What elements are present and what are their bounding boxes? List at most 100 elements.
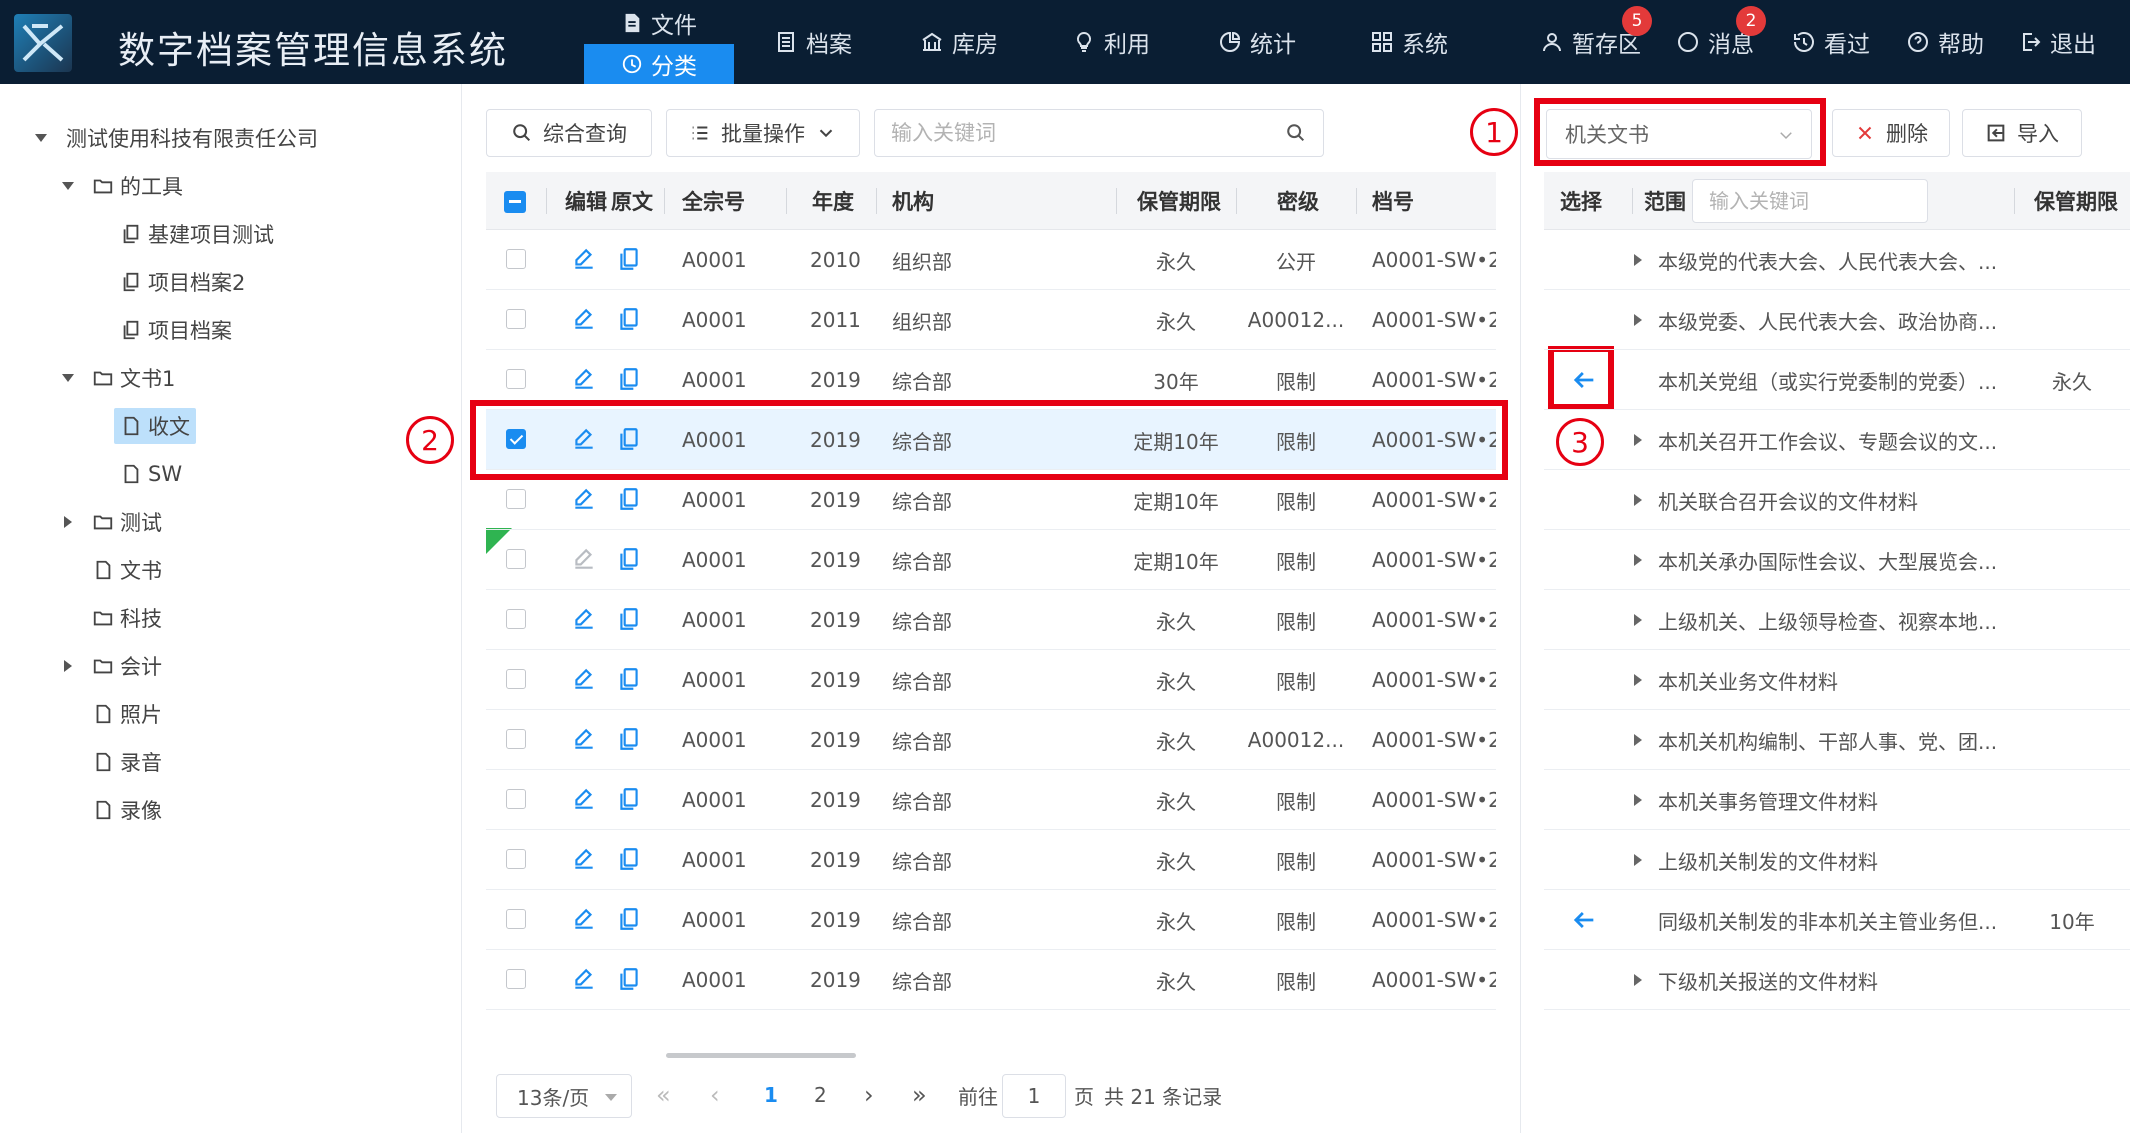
original-document-icon[interactable] xyxy=(616,426,642,452)
col-file-no[interactable]: 档号 xyxy=(1372,172,1414,230)
row-checkbox[interactable] xyxy=(506,489,526,509)
edit-icon[interactable] xyxy=(571,906,597,932)
edit-icon[interactable] xyxy=(571,246,597,272)
expand-caret-icon[interactable] xyxy=(1634,494,1642,506)
batch-operation-dropdown[interactable]: 批量操作 xyxy=(666,109,860,157)
nav-logout[interactable]: 退出 xyxy=(2018,0,2096,84)
row-checkbox[interactable] xyxy=(506,909,526,929)
row-checkbox[interactable] xyxy=(506,429,526,449)
table-row[interactable]: A0001 2010 组织部 永久 公开 A0001-SW•20 xyxy=(486,230,1496,290)
scope-search-input[interactable] xyxy=(1709,189,1958,213)
table-row[interactable]: A0001 2019 综合部 永久 限制 A0001-SW•20 xyxy=(486,590,1496,650)
table-row[interactable]: A0001 2019 综合部 永久 A00012... A0001-SW•20 xyxy=(486,710,1496,770)
scope-row[interactable]: 本级党的代表大会、人民代表大会、... xyxy=(1544,230,2130,290)
nav-viewed[interactable]: 看过 xyxy=(1792,0,1870,84)
col-edit[interactable]: 编辑 xyxy=(565,172,607,230)
delete-button[interactable]: 删除 xyxy=(1832,109,1950,157)
table-row[interactable]: A0001 2019 综合部 永久 限制 A0001-SW•20 xyxy=(486,830,1496,890)
original-document-icon[interactable] xyxy=(616,546,642,572)
col-original[interactable]: 原文 xyxy=(611,172,653,230)
combined-query-button[interactable]: 综合查询 xyxy=(486,109,652,157)
first-page-icon[interactable]: « xyxy=(656,1072,671,1118)
nav-archive[interactable]: 档案 xyxy=(774,0,852,84)
table-row[interactable]: A0001 2019 综合部 30年 限制 A0001-SW•20 xyxy=(486,350,1496,410)
page-size-select[interactable]: 13条/页 xyxy=(496,1074,632,1118)
row-checkbox[interactable] xyxy=(506,969,526,989)
table-row[interactable]: A0001 2019 综合部 永久 限制 A0001-SW•20 xyxy=(486,770,1496,830)
tree-node-infra-test[interactable]: 基建项目测试 xyxy=(120,216,274,252)
scope-row[interactable]: 本机关承办国际性会议、大型展览会... xyxy=(1544,530,2130,590)
table-row[interactable]: A0001 2019 综合部 定期10年 限制 A0001-SW•20 xyxy=(486,530,1496,590)
nav-use[interactable]: 利用 xyxy=(1072,0,1150,84)
original-document-icon[interactable] xyxy=(616,726,642,752)
tree-node-root[interactable]: 测试使用科技有限责任公司 xyxy=(66,120,318,156)
scope-row[interactable]: 本机关机构编制、干部人事、党、团... xyxy=(1544,710,2130,770)
row-checkbox[interactable] xyxy=(506,369,526,389)
col-secret[interactable]: 密级 xyxy=(1277,172,1319,230)
keyword-search-input[interactable] xyxy=(891,121,1285,145)
prev-page-icon[interactable]: ‹ xyxy=(710,1072,720,1118)
scope-row[interactable]: 本级党委、人民代表大会、政治协商... xyxy=(1544,290,2130,350)
tree-expand-icon[interactable] xyxy=(35,134,47,142)
expand-caret-icon[interactable] xyxy=(1634,734,1642,746)
tree-node-photos[interactable]: 照片 xyxy=(92,696,162,732)
expand-caret-icon[interactable] xyxy=(1634,674,1642,686)
horizontal-scrollbar[interactable] xyxy=(666,1053,856,1058)
scope-row[interactable]: 下级机关报送的文件材料 xyxy=(1544,950,2130,1010)
row-checkbox[interactable] xyxy=(506,309,526,329)
nav-help[interactable]: 帮助 xyxy=(1906,0,1984,84)
edit-icon[interactable] xyxy=(571,606,597,632)
nav-tab-classify[interactable]: 分类 xyxy=(584,44,734,84)
edit-icon[interactable] xyxy=(571,726,597,752)
arrow-left-icon[interactable] xyxy=(1570,906,1598,934)
col-org[interactable]: 机构 xyxy=(892,172,934,230)
tree-node-project2[interactable]: 项目档案2 xyxy=(120,264,245,300)
tree-node-wenshu1[interactable]: 文书1 xyxy=(92,360,175,396)
table-row[interactable]: A0001 2019 综合部 定期10年 限制 A0001-SW•20 xyxy=(486,470,1496,530)
edit-icon[interactable] xyxy=(571,426,597,452)
tree-node-tools[interactable]: 的工具 xyxy=(92,168,183,204)
col-year[interactable]: 年度 xyxy=(812,172,854,230)
scope-row[interactable]: 上级机关制发的文件材料 xyxy=(1544,830,2130,890)
original-document-icon[interactable] xyxy=(616,366,642,392)
scope-row[interactable]: 本机关召开工作会议、专题会议的文... xyxy=(1544,410,2130,470)
tree-expand-icon[interactable] xyxy=(62,182,74,190)
original-document-icon[interactable] xyxy=(616,966,642,992)
expand-caret-icon[interactable] xyxy=(1634,434,1642,446)
edit-icon[interactable] xyxy=(571,306,597,332)
tree-node-tech[interactable]: 科技 xyxy=(92,600,162,636)
nav-tab-file[interactable]: 文件 xyxy=(584,4,734,42)
row-checkbox[interactable] xyxy=(506,549,526,569)
tree-node-project[interactable]: 项目档案 xyxy=(120,312,232,348)
expand-caret-icon[interactable] xyxy=(1634,314,1642,326)
tree-node-audio[interactable]: 录音 xyxy=(92,744,162,780)
expand-caret-icon[interactable] xyxy=(1634,614,1642,626)
table-row[interactable]: A0001 2019 综合部 永久 限制 A0001-SW•20 xyxy=(486,650,1496,710)
row-checkbox[interactable] xyxy=(506,729,526,749)
search-icon[interactable] xyxy=(1285,122,1307,144)
nav-storeroom[interactable]: 库房 xyxy=(920,0,998,84)
edit-icon[interactable] xyxy=(571,666,597,692)
table-row[interactable]: A0001 2011 组织部 永久 A00012... A0001-SW•20 xyxy=(486,290,1496,350)
edit-icon[interactable] xyxy=(571,546,597,572)
scope-row[interactable]: 本机关党组（或实行党委制的党委）... 永久 xyxy=(1544,350,2130,410)
nav-stats[interactable]: 统计 xyxy=(1218,0,1296,84)
original-document-icon[interactable] xyxy=(616,906,642,932)
row-checkbox[interactable] xyxy=(506,609,526,629)
edit-icon[interactable] xyxy=(571,366,597,392)
keyword-search-box[interactable] xyxy=(874,109,1324,157)
tree-expand-icon[interactable] xyxy=(62,374,74,382)
page-number-current[interactable]: 1 xyxy=(764,1072,778,1118)
goto-page-input[interactable]: 1 xyxy=(1002,1074,1066,1118)
tree-node-accounting[interactable]: 会计 xyxy=(92,648,162,684)
expand-caret-icon[interactable] xyxy=(1634,254,1642,266)
original-document-icon[interactable] xyxy=(616,666,642,692)
table-row[interactable]: A0001 2019 综合部 永久 限制 A0001-SW•20 xyxy=(486,890,1496,950)
edit-icon[interactable] xyxy=(571,486,597,512)
tree-node-sw[interactable]: SW xyxy=(120,456,182,492)
original-document-icon[interactable] xyxy=(616,306,642,332)
next-page-icon[interactable]: › xyxy=(864,1072,874,1118)
tree-node-wenshu[interactable]: 文书 xyxy=(92,552,162,588)
edit-icon[interactable] xyxy=(571,966,597,992)
expand-caret-icon[interactable] xyxy=(1634,854,1642,866)
